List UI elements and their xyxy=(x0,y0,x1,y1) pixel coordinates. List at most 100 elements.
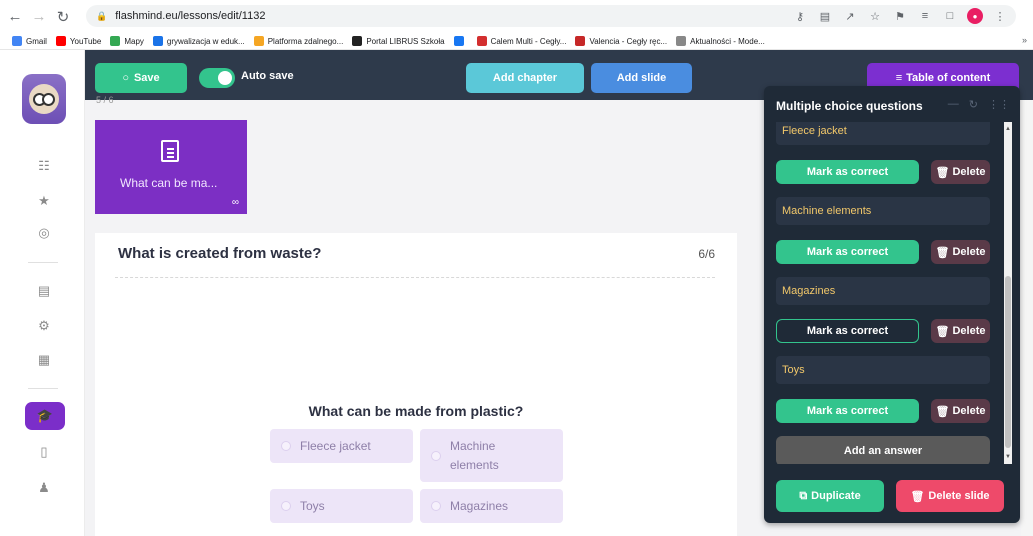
bookmark-label: grywalizacja w eduk... xyxy=(166,36,245,46)
delete-answer-button[interactable]: 🗑 Delete xyxy=(931,160,990,184)
key-icon[interactable]: ⚷ xyxy=(792,8,808,24)
lock-icon: 🔒 xyxy=(96,10,108,21)
lessons-icon[interactable]: 🎓 xyxy=(25,402,65,430)
scroll-down-icon[interactable]: ▼ xyxy=(1004,452,1012,462)
document-icon[interactable]: ▤ xyxy=(36,283,52,299)
bookmark-item[interactable]: Platforma zdalnego... xyxy=(253,36,343,46)
mark-correct-button[interactable]: Mark as correct xyxy=(776,160,919,184)
panel-scrollbar[interactable]: ▲ ▼ xyxy=(1004,122,1012,464)
scroll-up-icon[interactable]: ▲ xyxy=(1004,124,1012,134)
trash-icon: 🗑 xyxy=(935,246,950,259)
add-answer-button[interactable]: Add an answer xyxy=(776,436,990,464)
save-circle-icon: ○ xyxy=(122,72,129,84)
bookmarks-bar: Gmail YouTube Mapy grywalizacja w eduk... Pl… xyxy=(0,33,1033,50)
save-label: Save xyxy=(133,72,160,84)
back-icon[interactable]: ← xyxy=(6,8,24,26)
add-chapter-button[interactable]: Add chapter xyxy=(466,63,584,93)
settings-icon[interactable]: ⚙ xyxy=(36,318,52,334)
answer-field[interactable]: Fleece jacket xyxy=(776,122,990,145)
bookmark-item[interactable]: grywalizacja w eduk... xyxy=(152,36,245,46)
list-icon: ≡ xyxy=(895,72,903,84)
option-label: Toys xyxy=(300,499,325,513)
sidebar-divider xyxy=(28,388,58,389)
toc-label: Table of content xyxy=(906,72,991,84)
bookmark-item[interactable]: Portal LIBRUS Szkoła xyxy=(352,36,445,46)
slide-title: What is created from waste? xyxy=(118,245,322,262)
split-view-icon[interactable]: □ xyxy=(942,8,958,24)
flashcards-icon[interactable]: ▯ xyxy=(36,444,52,460)
duplicate-label: Duplicate xyxy=(811,490,861,502)
bookmark-item[interactable]: Aktualności - Mode... xyxy=(676,36,765,46)
bookmark-label: Aktualności - Mode... xyxy=(690,36,765,46)
autosave-toggle[interactable] xyxy=(199,68,235,88)
mark-correct-button[interactable]: Mark as correct xyxy=(776,399,919,423)
drag-handle-icon[interactable]: ⋮⋮ xyxy=(988,98,1010,111)
refresh-icon[interactable]: ↻ xyxy=(969,98,978,111)
bookmark-label: Mapy xyxy=(124,36,144,46)
profile-avatar[interactable]: ● xyxy=(967,8,983,24)
library-icon[interactable]: ▦ xyxy=(36,352,52,368)
mark-correct-button[interactable]: Mark as correct xyxy=(776,240,919,264)
bookmark-item[interactable]: Mapy xyxy=(110,36,144,46)
answer-field[interactable]: Toys xyxy=(776,356,990,384)
slide-thumbnail[interactable]: What can be ma... ∞ xyxy=(95,120,247,214)
save-button[interactable]: ○ Save xyxy=(95,63,187,93)
delete-label: Delete xyxy=(952,166,986,178)
delete-label: Delete xyxy=(952,405,986,417)
option-item[interactable]: Machine elements xyxy=(420,429,563,482)
logo-mascot xyxy=(29,84,59,114)
radio-icon xyxy=(281,501,291,511)
preview-icon[interactable]: ∞ xyxy=(232,197,239,208)
option-item[interactable]: Toys xyxy=(270,489,413,523)
forward-icon[interactable]: → xyxy=(30,8,48,26)
option-item[interactable]: Magazines xyxy=(420,489,563,523)
autosave-label: Auto save xyxy=(241,70,294,82)
share-icon[interactable]: ↗ xyxy=(842,8,858,24)
explore-icon[interactable]: ◎ xyxy=(36,225,52,241)
dashboard-icon[interactable]: ☷ xyxy=(36,158,52,174)
minimize-icon[interactable]: — xyxy=(948,98,959,111)
trash-icon: 🗑 xyxy=(910,490,925,503)
bookmark-icon xyxy=(110,36,121,46)
address-bar[interactable]: 🔒 flashmind.eu/lessons/edit/1132 ⚷ ▤ ↗ ☆… xyxy=(86,5,1016,27)
scroll-thumb[interactable] xyxy=(1005,276,1011,448)
bookmark-label: YouTube xyxy=(69,36,102,46)
answer-field[interactable]: Magazines xyxy=(776,277,990,305)
bookmark-item[interactable]: Gmail xyxy=(12,36,47,46)
reading-list-icon[interactable]: ≡ xyxy=(917,8,933,24)
bookmark-label: Calem Multi - Cegły... xyxy=(490,36,567,46)
option-item[interactable]: Fleece jacket xyxy=(270,429,413,463)
menu-icon[interactable]: ⋮ xyxy=(992,8,1008,24)
bookmark-icon xyxy=(253,36,264,46)
app-logo[interactable] xyxy=(22,74,66,124)
bookmark-icon xyxy=(152,36,163,46)
add-slide-button[interactable]: Add slide xyxy=(591,63,692,93)
question-panel: Multiple choice questions — ↻ ⋮⋮ Fleece … xyxy=(764,86,1020,523)
user-icon[interactable]: ♟ xyxy=(36,480,52,496)
reload-icon[interactable]: ↻ xyxy=(54,8,72,26)
answers-list: Fleece jacket Mark as correct 🗑 Delete Ma… xyxy=(764,122,1020,464)
bookmark-item[interactable]: YouTube xyxy=(55,36,102,46)
favorites-icon[interactable]: ★ xyxy=(36,193,52,209)
url-text[interactable]: flashmind.eu/lessons/edit/1132 xyxy=(115,10,265,22)
answer-field[interactable]: Machine elements xyxy=(776,197,990,225)
bookmark-item[interactable]: Calem Multi - Cegły... xyxy=(476,36,567,46)
bookmarks-more-icon[interactable]: » xyxy=(1022,35,1027,45)
translate-icon[interactable]: ▤ xyxy=(817,8,833,24)
browser-actions: ⚷ ▤ ↗ ☆ ⚑ ≡ □ ● ⋮ xyxy=(792,8,1008,24)
mark-correct-button[interactable]: Mark as correct xyxy=(776,319,919,343)
delete-answer-button[interactable]: 🗑 Delete xyxy=(931,399,990,423)
extensions-icon[interactable]: ⚑ xyxy=(892,8,908,24)
star-icon[interactable]: ☆ xyxy=(867,8,883,24)
question-text: What can be made from plastic? xyxy=(308,403,524,419)
duplicate-button[interactable]: ⧉ Duplicate xyxy=(776,480,884,512)
bookmark-item[interactable]: Valencia - Cegły ręc... xyxy=(575,36,667,46)
delete-answer-button[interactable]: 🗑 Delete xyxy=(931,319,990,343)
page-scrollbar[interactable] xyxy=(1021,100,1033,536)
bookmark-label: Portal LIBRUS Szkoła xyxy=(366,36,445,46)
option-label: Fleece jacket xyxy=(300,439,371,453)
bookmark-item[interactable] xyxy=(453,36,468,46)
divider xyxy=(115,277,715,278)
delete-answer-button[interactable]: 🗑 Delete xyxy=(931,240,990,264)
delete-slide-button[interactable]: 🗑 Delete slide xyxy=(896,480,1004,512)
